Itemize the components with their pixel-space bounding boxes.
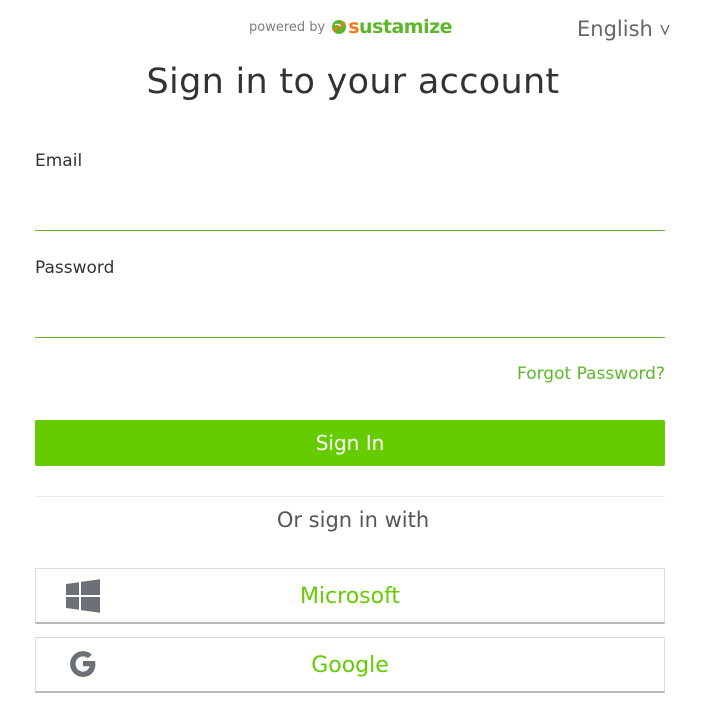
- social-heading: Or sign in with: [276, 508, 430, 532]
- brand-name: sustamize: [348, 16, 453, 38]
- google-sign-in-button[interactable]: Google: [35, 637, 665, 693]
- powered-by-text: powered by: [249, 19, 326, 35]
- sustamize-logo: sustamize: [331, 16, 453, 38]
- powered-by-banner: powered by sustamize: [249, 16, 453, 38]
- email-field[interactable]: [35, 199, 665, 231]
- divider: [35, 496, 665, 497]
- language-label: English: [577, 17, 653, 41]
- microsoft-label: Microsoft: [299, 584, 401, 609]
- email-label: Email: [35, 151, 83, 171]
- sign-in-button[interactable]: Sign In: [35, 420, 665, 466]
- sustamize-logo-icon: [332, 20, 347, 34]
- chevron-down-icon: [660, 24, 670, 35]
- password-field[interactable]: [35, 306, 665, 338]
- microsoft-sign-in-button[interactable]: Microsoft: [35, 568, 665, 624]
- google-label: Google: [311, 653, 389, 678]
- sign-in-page: powered by sustamize English Sign in to …: [0, 0, 706, 716]
- password-label: Password: [35, 258, 115, 278]
- forgot-password-link[interactable]: Forgot Password?: [517, 364, 665, 384]
- language-selector[interactable]: English: [577, 14, 670, 44]
- page-title: Sign in to your account: [146, 62, 560, 102]
